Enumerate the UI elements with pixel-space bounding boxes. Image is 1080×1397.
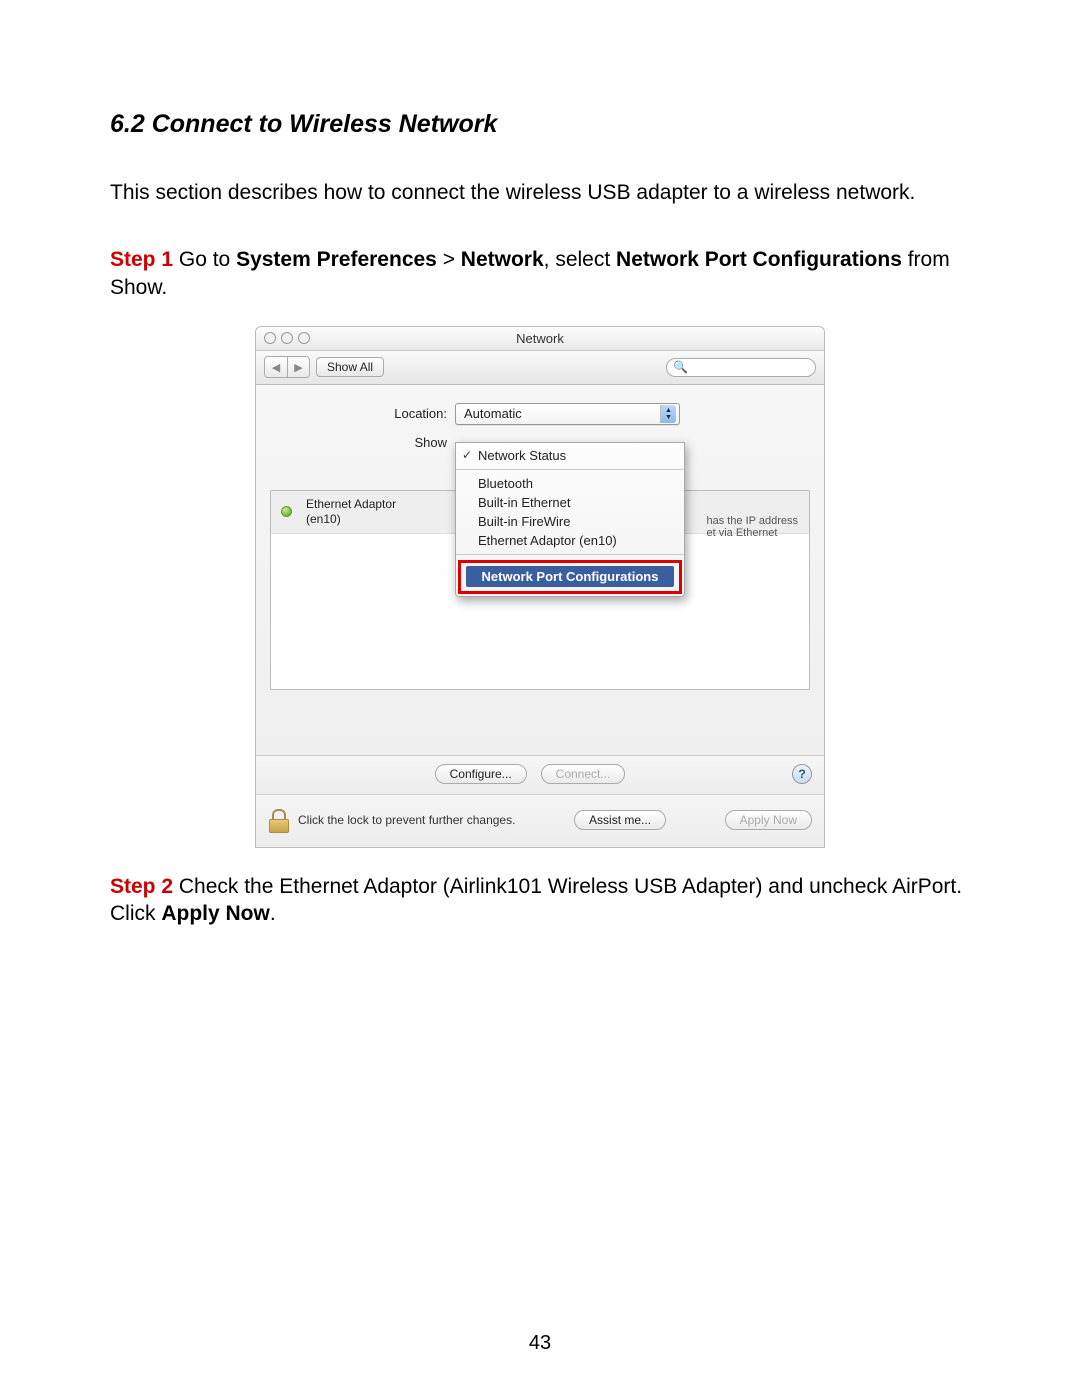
back-button[interactable]: ◀ [265,357,287,377]
lock-icon[interactable] [268,809,288,831]
show-label: Show [270,435,455,450]
menu-separator [456,469,684,470]
window-footer: Click the lock to prevent further change… [256,794,824,847]
location-select[interactable]: Automatic ▲▼ [455,403,680,425]
step-1-label: Step 1 [110,248,173,271]
traffic-lights [264,332,310,344]
connect-button[interactable]: Connect... [541,764,626,784]
nav-buttons: ◀ ▶ [264,356,310,378]
minimize-icon[interactable] [281,332,293,344]
search-input[interactable]: 🔍 [666,358,816,377]
menu-item-builtin-firewire[interactable]: Built-in FireWire [456,512,684,531]
step-1: Step 1 Go to System Preferences > Networ… [110,246,970,301]
window-title: Network [516,331,564,346]
status-hint-text: has the IP address et via Ethernet [706,515,798,539]
search-icon: 🔍 [673,360,688,374]
intro-text: This section describes how to connect th… [110,179,970,206]
menu-item-ethernet-adaptor[interactable]: Ethernet Adaptor (en10) [456,531,684,550]
menu-item-network-status[interactable]: Network Status [456,446,684,465]
step-2-label: Step 2 [110,875,173,898]
annotation-highlight-box: Network Port Configurations [458,560,682,594]
forward-button[interactable]: ▶ [287,357,309,377]
step-2: Step 2 Check the Ethernet Adaptor (Airli… [110,873,970,928]
help-button[interactable]: ? [792,764,812,784]
action-row: Configure... Connect... ? [256,755,824,794]
menu-item-network-port-configurations[interactable]: Network Port Configurations [466,566,674,587]
location-value: Automatic [464,406,522,421]
assist-me-button[interactable]: Assist me... [574,810,666,830]
zoom-icon[interactable] [298,332,310,344]
menu-item-builtin-ethernet[interactable]: Built-in Ethernet [456,493,684,512]
updown-icon: ▲▼ [660,405,676,423]
configure-button[interactable]: Configure... [435,764,527,784]
menu-separator [456,554,684,555]
show-dropdown-menu: Network Status Bluetooth Built-in Ethern… [455,442,685,597]
window-titlebar: Network [256,327,824,351]
page-number: 43 [0,1332,1080,1355]
window-content: Location: Automatic ▲▼ Show Network Stat… [256,385,824,755]
apply-now-button[interactable]: Apply Now [725,810,812,830]
close-icon[interactable] [264,332,276,344]
location-label: Location: [270,406,455,421]
network-prefs-window: Network ◀ ▶ Show All 🔍 Location: Automat… [255,326,825,848]
menu-item-bluetooth[interactable]: Bluetooth [456,474,684,493]
adapter-sub: (en10) [306,512,396,527]
adapter-name: Ethernet Adaptor [306,497,396,512]
section-heading: 6.2 Connect to Wireless Network [110,110,970,139]
lock-text: Click the lock to prevent further change… [298,813,515,827]
toolbar: ◀ ▶ Show All 🔍 [256,351,824,385]
show-all-button[interactable]: Show All [316,357,384,377]
status-dot-icon [281,506,292,517]
